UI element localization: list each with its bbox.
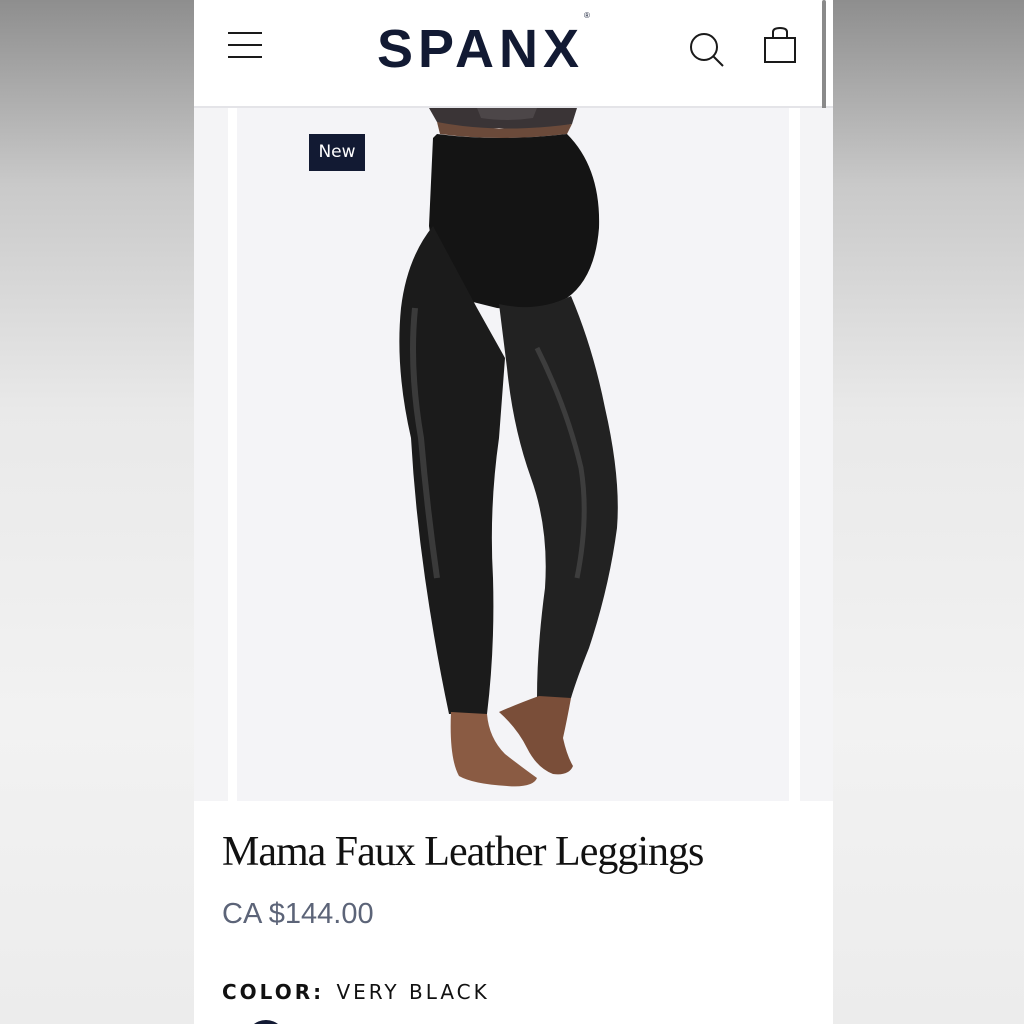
product-title: Mama Faux Leather Leggings xyxy=(222,829,704,875)
shopping-bag-icon[interactable] xyxy=(762,26,798,66)
product-photo[interactable]: New xyxy=(237,108,789,801)
previous-image-peek[interactable] xyxy=(194,108,228,801)
next-image-peek[interactable] xyxy=(800,108,833,801)
product-price: CA $144.00 xyxy=(222,898,374,930)
site-header: SPANX® xyxy=(194,0,833,110)
scrollbar[interactable] xyxy=(822,0,826,110)
color-selector-label: COLOR: VERY BLACK xyxy=(222,978,490,1006)
logo-text: SPANX xyxy=(377,19,585,79)
color-value: VERY BLACK xyxy=(336,980,490,1004)
color-swatch-very-black[interactable] xyxy=(246,1020,286,1024)
product-page: SPANX® New Mama Faux Leather Leggings CA… xyxy=(194,0,833,1024)
leggings-photo xyxy=(399,108,618,787)
logo-registered-mark: ® xyxy=(584,11,590,20)
hamburger-menu-icon[interactable] xyxy=(228,32,262,60)
search-icon[interactable] xyxy=(688,30,728,70)
product-image-carousel[interactable]: New xyxy=(194,108,833,801)
color-label: COLOR: xyxy=(222,980,325,1004)
new-badge: New xyxy=(309,134,365,171)
spanx-logo[interactable]: SPANX® xyxy=(377,11,657,79)
